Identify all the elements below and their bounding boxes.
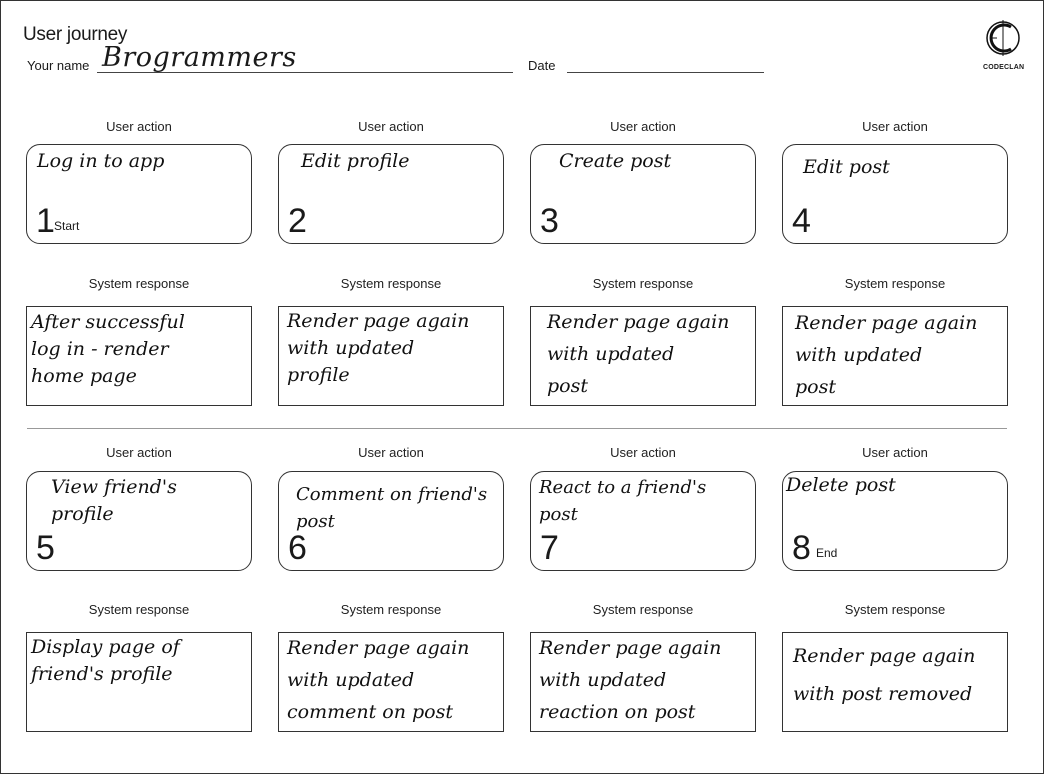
codeclan-logo: CODECLAN — [983, 18, 1025, 78]
system-response-label: System response — [340, 276, 442, 291]
user-action-label: User action — [106, 445, 172, 460]
system-response-box: After successful log in - render home pa… — [26, 306, 252, 406]
system-response-label: System response — [88, 602, 190, 617]
step-number: 8 — [792, 529, 811, 567]
system-response-label: System response — [592, 602, 694, 617]
system-response-label: System response — [88, 276, 190, 291]
user-action-label: User action — [610, 119, 676, 134]
step-tag: End — [816, 546, 838, 560]
user-action-box: Edit post 4 — [782, 144, 1008, 244]
user-action-text: Edit post — [803, 156, 890, 178]
system-response-label: System response — [592, 276, 694, 291]
user-action-text: React to a friend's post — [539, 477, 707, 525]
user-action-text: Log in to app — [37, 150, 165, 172]
system-response-label: System response — [340, 602, 442, 617]
system-response-box: Display page of friend's profile — [26, 632, 252, 732]
step-number: 5 — [36, 529, 55, 567]
system-response-box: Render page again with post removed — [782, 632, 1008, 732]
name-field-value: Brogrammers — [102, 42, 297, 73]
user-action-box: Delete post 8 End — [782, 471, 1008, 571]
step-tag: Start — [54, 219, 80, 233]
step-number: 2 — [288, 202, 307, 240]
user-action-text: View friend's profile — [51, 476, 177, 525]
codeclan-c-logo-icon — [986, 20, 1020, 56]
user-action-text: Comment on friend's post — [296, 484, 488, 532]
system-response-text: Render page again with post removed — [793, 645, 976, 705]
user-action-box: Log in to app 1 Start — [26, 144, 252, 244]
system-response-box: Render page again with updated profile — [278, 306, 504, 406]
system-response-label: System response — [844, 276, 946, 291]
system-response-box: Render page again with updated reaction … — [530, 632, 756, 732]
user-action-text: Create post — [559, 150, 672, 172]
step-number: 6 — [288, 529, 307, 567]
step-number: 3 — [540, 202, 559, 240]
step-number: 4 — [792, 202, 811, 240]
logo-text: CODECLAN — [983, 64, 1025, 71]
user-action-label: User action — [106, 119, 172, 134]
name-label: Your name — [27, 58, 90, 73]
system-response-box: Render page again with updated post — [782, 306, 1008, 406]
user-action-box: React to a friend's post 7 — [530, 471, 756, 571]
system-response-text: Render page again with updated profile — [287, 310, 470, 386]
system-response-text: Render page again with updated reaction … — [539, 637, 722, 723]
user-action-label: User action — [358, 445, 424, 460]
section-divider — [27, 428, 1007, 429]
step-number: 7 — [540, 529, 559, 567]
user-action-box: Edit profile 2 — [278, 144, 504, 244]
user-action-label: User action — [862, 119, 928, 134]
date-label: Date — [528, 58, 556, 73]
system-response-box: Render page again with updated comment o… — [278, 632, 504, 732]
user-action-text: Edit profile — [301, 150, 410, 172]
user-action-label: User action — [862, 445, 928, 460]
date-field-line — [567, 72, 764, 73]
system-response-box: Render page again with updated post — [530, 306, 756, 406]
user-action-box: Create post 3 — [530, 144, 756, 244]
user-action-text: Delete post — [786, 474, 896, 496]
system-response-text: Display page of friend's profile — [31, 636, 180, 685]
system-response-text: Render page again with updated post — [547, 311, 730, 397]
system-response-label: System response — [844, 602, 946, 617]
system-response-text: Render page again with updated comment o… — [287, 637, 470, 723]
user-action-label: User action — [358, 119, 424, 134]
user-action-box: Comment on friend's post 6 — [278, 471, 504, 571]
system-response-text: After successful log in - render home pa… — [31, 311, 185, 387]
step-number: 1 — [36, 202, 55, 240]
user-action-box: View friend's profile 5 — [26, 471, 252, 571]
system-response-text: Render page again with updated post — [795, 312, 978, 398]
user-action-label: User action — [610, 445, 676, 460]
